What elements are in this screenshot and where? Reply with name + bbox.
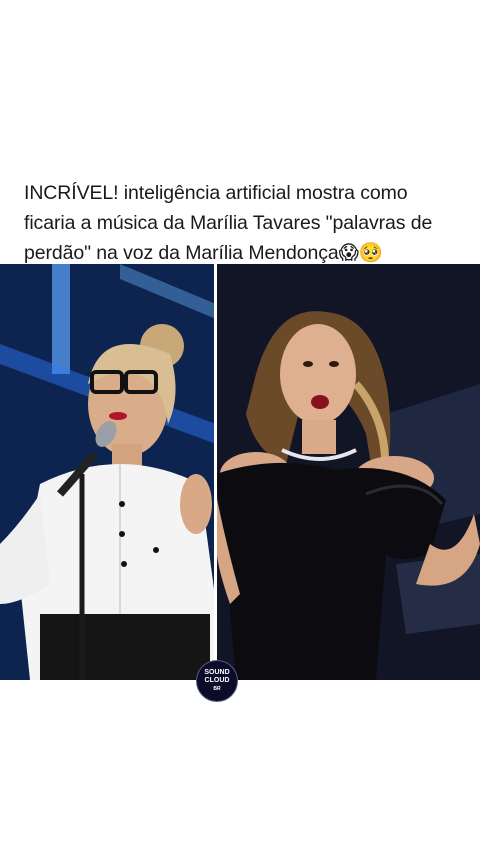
left-photo [0,264,216,680]
logo-text: CLOUD [204,677,230,684]
photo-collage [0,264,480,680]
sound-cloud-logo: SOUND CLOUD BR [196,660,238,702]
photo-divider [214,264,217,680]
caption-line: ficaria a música da Marília Tavares "pal… [24,212,433,234]
right-singer-illustration [216,264,480,680]
caption-line: INCRÍVEL! inteligência artificial mostra… [24,182,408,204]
post-caption: INCRÍVEL! inteligência artificial mostra… [24,178,464,268]
left-singer-illustration [0,264,216,680]
logo-text: BR [213,686,221,692]
right-photo [216,264,480,680]
logo-text: SOUND [204,669,230,676]
